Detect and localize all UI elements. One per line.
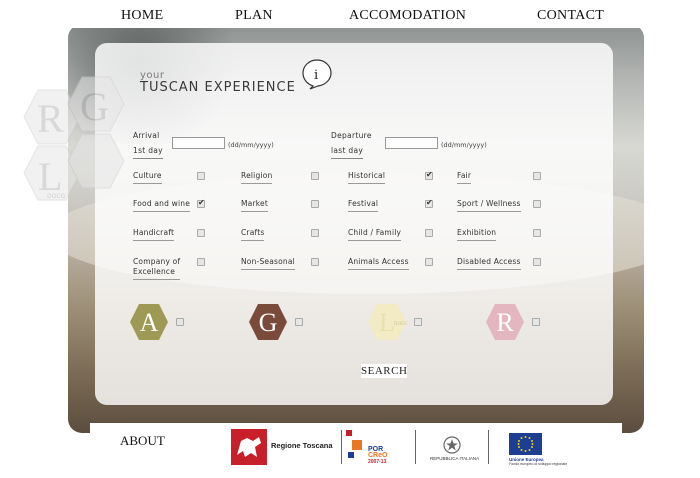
option-label: Crafts xyxy=(241,228,265,241)
option-checkbox[interactable] xyxy=(311,200,319,208)
option-label: Fair xyxy=(457,171,472,184)
nav-contact[interactable]: CONTACT xyxy=(537,8,604,24)
option-label: Festival xyxy=(348,199,379,212)
denomination-badge-icon: L DOCG xyxy=(368,304,407,340)
departure-sublabel: last day xyxy=(331,146,364,159)
eu-flag-icon xyxy=(509,433,542,455)
search-button[interactable]: SEARCH xyxy=(361,364,407,378)
footer-divider xyxy=(488,430,489,464)
info-icon[interactable]: i xyxy=(301,58,333,90)
option-checkbox[interactable] xyxy=(197,172,205,180)
option-label: Culture xyxy=(133,171,162,184)
option-label: Sport / Wellness xyxy=(457,199,521,212)
por-creo-logo-icon xyxy=(346,430,362,458)
regione-toscana-logo-icon xyxy=(231,429,267,465)
option-label: Religion xyxy=(241,171,273,184)
arrival-date-input[interactable] xyxy=(172,137,225,149)
option-checkbox[interactable] xyxy=(311,258,319,266)
svg-text:DOCG: DOCG xyxy=(394,321,407,327)
svg-text:L: L xyxy=(379,308,395,337)
svg-text:A: A xyxy=(140,308,159,337)
departure-date-input[interactable] xyxy=(385,137,438,149)
top-navigation: HOME PLAN ACCOMODATION CONTACT xyxy=(0,0,700,28)
option-checkbox[interactable] xyxy=(533,172,541,180)
regione-toscana-label: Regione Toscana xyxy=(271,441,333,450)
option-label: Animals Access xyxy=(348,257,409,270)
arrival-label: Arrival xyxy=(133,131,160,140)
watermark-letter-r: R xyxy=(37,96,64,141)
option-checkbox[interactable] xyxy=(425,258,433,266)
search-form-card xyxy=(95,43,613,405)
option-label: Historical xyxy=(348,171,386,184)
option-label: Disabled Access xyxy=(457,257,521,270)
nav-accomodation[interactable]: ACCOMODATION xyxy=(349,8,466,24)
denomination-badge-icon: A xyxy=(130,304,168,340)
denomination-badge-icon: G xyxy=(249,304,287,340)
option-label: Non-Seasonal xyxy=(241,257,295,270)
departure-label: Departure xyxy=(331,131,372,140)
svg-text:i: i xyxy=(314,68,318,83)
nav-plan[interactable]: PLAN xyxy=(235,8,273,24)
option-checkbox[interactable] xyxy=(425,170,433,180)
option-label: Market xyxy=(241,199,268,212)
badge-checkbox[interactable] xyxy=(414,318,422,326)
option-checkbox[interactable] xyxy=(533,200,541,208)
option-checkbox[interactable] xyxy=(197,258,205,266)
option-checkbox[interactable] xyxy=(197,229,205,237)
option-label: Company of Excellence xyxy=(133,257,181,280)
departure-date-format: (dd/mm/yyyy) xyxy=(441,141,487,149)
arrival-date-format: (dd/mm/yyyy) xyxy=(228,141,274,149)
option-checkbox[interactable] xyxy=(425,198,433,208)
rglg-watermark-logo: R G L DOCG xyxy=(23,76,125,201)
arrival-sublabel: 1st day xyxy=(133,146,163,159)
page-title: TUSCAN EXPERIENCE xyxy=(140,80,296,95)
denomination-badge-icon: R xyxy=(486,304,524,340)
badge-checkbox[interactable] xyxy=(295,318,303,326)
option-checkbox[interactable] xyxy=(197,198,205,208)
svg-text:G: G xyxy=(259,308,278,337)
watermark-sub: DOCG xyxy=(47,193,66,200)
option-checkbox[interactable] xyxy=(533,229,541,237)
italian-emblem-icon xyxy=(443,436,461,454)
eu-fund-label: Fondo europeo di sviluppo regionale xyxy=(509,462,568,466)
option-checkbox[interactable] xyxy=(533,258,541,266)
footer-divider xyxy=(341,430,342,464)
option-checkbox[interactable] xyxy=(425,229,433,237)
option-label: Food and wine xyxy=(133,199,191,212)
option-label: Handicraft xyxy=(133,228,175,241)
badge-checkbox[interactable] xyxy=(532,318,540,326)
watermark-letter-g: G xyxy=(80,84,109,129)
repubblica-italiana-label: REPUBBLICA ITALIANA xyxy=(430,456,480,461)
por-creo-label: POR CReO 2007-13 xyxy=(368,446,388,465)
option-checkbox[interactable] xyxy=(311,229,319,237)
nav-about[interactable]: ABOUT xyxy=(120,433,165,449)
footer-divider xyxy=(415,430,416,464)
option-label: Child / Family xyxy=(348,228,402,241)
option-checkbox[interactable] xyxy=(311,172,319,180)
option-label: Exhibition xyxy=(457,228,497,241)
svg-text:R: R xyxy=(496,308,514,337)
nav-home[interactable]: HOME xyxy=(121,8,163,24)
badge-checkbox[interactable] xyxy=(176,318,184,326)
